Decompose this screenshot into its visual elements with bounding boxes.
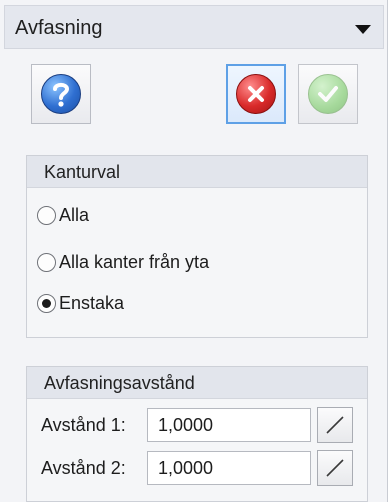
chevron-down-icon[interactable] xyxy=(355,25,371,34)
cancel-button[interactable] xyxy=(226,64,286,124)
radio-selected-dot xyxy=(42,298,51,308)
radio-option-alla-kanter-fran-yta[interactable]: Alla kanter från yta xyxy=(37,249,209,275)
distance-2-pick-button[interactable] xyxy=(317,450,353,486)
panel-title: Avfasning xyxy=(15,17,103,39)
ok-button[interactable] xyxy=(298,64,358,124)
panel-titlebar[interactable]: Avfasning xyxy=(4,5,384,49)
distance-2-row: Avstånd 2: xyxy=(41,451,311,485)
radio-button[interactable] xyxy=(37,252,56,272)
edge-selection-title: Kanturval xyxy=(44,162,121,182)
distance-2-input[interactable] xyxy=(147,451,311,485)
chamfer-panel: Avfasning Kanturval Alla Alla kanter frå… xyxy=(0,0,388,502)
help-button[interactable] xyxy=(31,64,91,124)
chamfer-distance-title: Avfasningsavstånd xyxy=(44,373,195,393)
radio-option-alla[interactable]: Alla xyxy=(37,202,89,228)
help-icon xyxy=(41,74,81,114)
distance-1-pick-button[interactable] xyxy=(317,407,353,443)
cancel-icon xyxy=(236,74,276,114)
distance-1-row: Avstånd 1: xyxy=(41,408,311,442)
radio-button[interactable] xyxy=(37,205,56,225)
radio-label: Alla kanter från yta xyxy=(59,251,210,272)
edge-selection-header: Kanturval xyxy=(27,156,367,188)
distance-1-input[interactable] xyxy=(147,408,311,442)
edge-selection-group: Kanturval Alla Alla kanter från yta Enst… xyxy=(26,155,368,338)
measure-line-icon xyxy=(326,459,344,477)
radio-label: Alla xyxy=(59,204,90,225)
distance-1-label: Avstånd 1: xyxy=(41,414,126,435)
measure-line-icon xyxy=(326,416,344,434)
chamfer-distance-group: Avfasningsavstånd Avstånd 1: Avstånd 2: xyxy=(26,366,368,502)
radio-button-selected[interactable] xyxy=(37,293,56,313)
checkmark-icon xyxy=(308,74,348,114)
radio-label: Enstaka xyxy=(59,292,125,313)
chamfer-distance-header: Avfasningsavstånd xyxy=(27,367,367,399)
distance-2-label: Avstånd 2: xyxy=(41,457,126,478)
radio-option-enstaka[interactable]: Enstaka xyxy=(37,290,124,316)
